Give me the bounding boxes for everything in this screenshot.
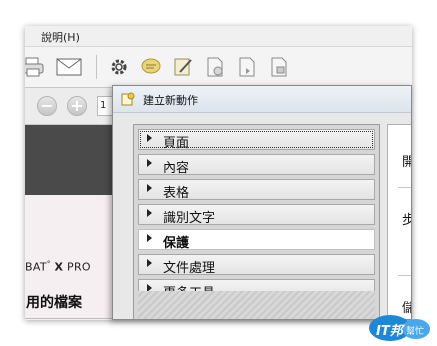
expand-arrow-icon [147,209,152,217]
ithome-watermark: IT邦 幫忙 [368,314,432,342]
create-action-dialog: 建立新動作 頁面 內容 表格 識別文字 保護 文件處理 更多工具 [112,85,412,320]
expand-arrow-icon [147,159,152,167]
document-heading: 用的檔案 [26,295,82,311]
print-icon[interactable] [25,53,47,81]
expand-arrow-icon [147,184,152,192]
zoom-in-button[interactable]: + [67,96,87,116]
category-label: 內容 [163,161,190,176]
category-text-recognition[interactable]: 識別文字 [138,204,375,226]
brand-prefix: BAT [25,260,47,274]
menu-bar: 說明(H) [25,26,412,47]
category-label: 頁面 [163,136,190,151]
empty-list-area [138,291,375,319]
zoom-out-button[interactable]: − [37,96,57,116]
product-brand: BAT° X PRO [25,260,91,274]
panel-divider [398,275,411,276]
open-files-label: 開 [402,151,411,170]
pdf-icon[interactable] [265,53,293,81]
category-pages[interactable]: 頁面 [138,129,375,151]
category-content[interactable]: 內容 [138,154,375,176]
category-label: 識別文字 [163,211,216,226]
watermark-subtext: 幫忙 [406,327,425,337]
panel-divider [398,187,411,188]
heading-underline [25,318,115,319]
mail-icon[interactable] [55,53,83,81]
pdf-icon[interactable] [233,53,261,81]
menu-help[interactable]: 說明(H) [41,29,80,45]
category-label: 文件處理 [163,261,216,276]
toolbar-separator [96,55,97,79]
brand-x: X [54,260,64,274]
pdf-icon[interactable] [201,53,229,81]
expand-arrow-icon [147,134,152,142]
category-protection[interactable]: 保護 [138,229,375,251]
category-forms[interactable]: 表格 [138,179,375,201]
watermark-text: IT邦 [376,324,403,339]
expand-arrow-icon [147,234,152,242]
action-wizard-icon [121,92,135,106]
edit-icon[interactable] [169,53,197,81]
tool-category-panel: 頁面 內容 表格 識別文字 保護 文件處理 更多工具 [133,124,380,319]
category-label: 保護 [163,236,190,251]
category-document-processing[interactable]: 文件處理 [138,254,375,276]
page-number-field[interactable]: 1 [97,96,113,116]
expand-arrow-icon [147,259,152,267]
dialog-title-bar: 建立新動作 [113,86,411,113]
brand-suffix: PRO [67,260,91,274]
action-steps-panel: 開 步 儲 [387,124,411,319]
toolbar [25,47,412,88]
comment-icon[interactable] [137,53,165,81]
dialog-title: 建立新動作 [143,94,198,107]
brand-mark: ° [46,260,51,268]
category-label: 表格 [163,186,190,201]
gear-icon[interactable] [105,53,133,81]
steps-label: 步 [402,209,411,228]
